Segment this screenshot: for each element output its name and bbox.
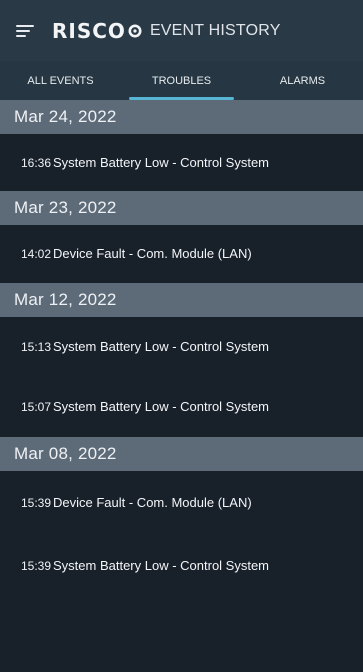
risco-logo-icon bbox=[128, 24, 142, 37]
tab-alarms[interactable]: ALARMS bbox=[242, 61, 363, 100]
event-group: Mar 12, 2022 15:13 System Battery Low - … bbox=[0, 283, 363, 437]
event-time: 15:07 bbox=[21, 400, 52, 414]
event-list: 14:02 Device Fault - Com. Module (LAN) bbox=[0, 225, 363, 283]
app-header: RISCO EVENT HISTORY bbox=[0, 0, 363, 61]
event-description: System Battery Low - Control System bbox=[53, 154, 270, 170]
menu-icon[interactable] bbox=[16, 24, 34, 38]
tab-label: ALL EVENTS bbox=[27, 74, 94, 87]
date-header: Mar 24, 2022 bbox=[0, 100, 363, 134]
brand-logo: RISCO bbox=[52, 19, 142, 43]
event-description: Device Fault - Com. Module (LAN) bbox=[53, 246, 252, 261]
tab-label: ALARMS bbox=[279, 74, 326, 87]
event-group: Mar 23, 2022 14:02 Device Fault - Com. M… bbox=[0, 191, 363, 283]
event-history-screen: RISCO EVENT HISTORY ALL EVENTS TROUBLES … bbox=[0, 0, 363, 672]
date-header: Mar 12, 2022 bbox=[0, 283, 363, 317]
event-list: 16:36 System Battery Low - Control Syste… bbox=[0, 134, 363, 191]
brand-logo-text: RISCO bbox=[52, 18, 126, 43]
tab-label: TROUBLES bbox=[151, 74, 212, 87]
event-group: Mar 24, 2022 16:36 System Battery Low - … bbox=[0, 100, 363, 191]
event-description: System Battery Low - Control System bbox=[53, 557, 270, 573]
event-description: Device Fault - Com. Module (LAN) bbox=[53, 494, 252, 510]
event-row[interactable]: 15:39 Device Fault - Com. Module (LAN) bbox=[0, 471, 363, 534]
event-row[interactable]: 15:07 System Battery Low - Control Syste… bbox=[0, 377, 363, 437]
event-time: 15:39 bbox=[21, 558, 52, 573]
event-description: System Battery Low - Control System bbox=[53, 399, 270, 414]
event-time: 15:13 bbox=[21, 340, 52, 354]
event-time: 14:02 bbox=[21, 247, 52, 261]
event-row[interactable]: 14:02 Device Fault - Com. Module (LAN) bbox=[0, 225, 363, 283]
tab-all-events[interactable]: ALL EVENTS bbox=[0, 61, 121, 100]
event-group: Mar 08, 2022 15:39 Device Fault - Com. M… bbox=[0, 437, 363, 597]
page-title: EVENT HISTORY bbox=[149, 21, 281, 39]
tab-troubles[interactable]: TROUBLES bbox=[121, 61, 242, 100]
event-time: 16:36 bbox=[21, 155, 52, 170]
date-header: Mar 23, 2022 bbox=[0, 191, 363, 225]
event-list: 15:39 Device Fault - Com. Module (LAN) 1… bbox=[0, 471, 363, 597]
event-row[interactable]: 15:13 System Battery Low - Control Syste… bbox=[0, 317, 363, 377]
date-header: Mar 08, 2022 bbox=[0, 437, 363, 471]
event-tabs: ALL EVENTS TROUBLES ALARMS bbox=[0, 61, 363, 100]
event-list: 15:13 System Battery Low - Control Syste… bbox=[0, 317, 363, 437]
event-time: 15:39 bbox=[21, 495, 52, 510]
event-row[interactable]: 15:39 System Battery Low - Control Syste… bbox=[0, 534, 363, 597]
event-row[interactable]: 16:36 System Battery Low - Control Syste… bbox=[0, 134, 363, 191]
event-description: System Battery Low - Control System bbox=[53, 339, 270, 354]
